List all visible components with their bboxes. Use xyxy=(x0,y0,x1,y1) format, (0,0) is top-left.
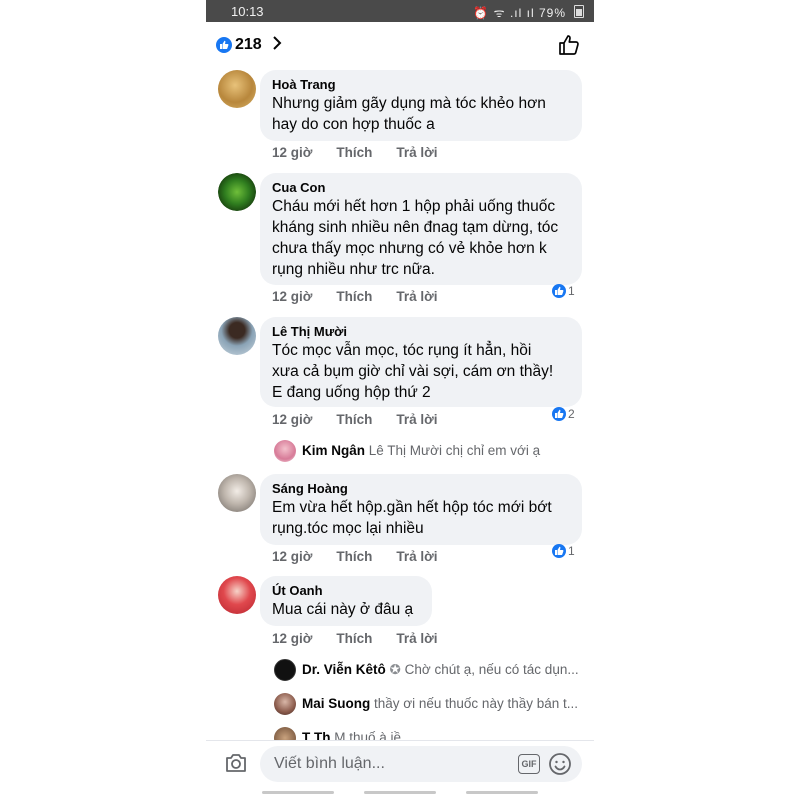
comment-text: Em vừa hết hộp.gần hết hộp tóc mới bớt r… xyxy=(272,499,552,537)
system-nav-bar xyxy=(206,786,594,800)
reaction-count[interactable]: 218 xyxy=(235,36,262,54)
reaction-count: 1 xyxy=(568,283,575,298)
reaction-count: 1 xyxy=(568,543,575,558)
like-reaction-icon xyxy=(216,37,232,53)
verified-icon: ✪ xyxy=(389,662,401,677)
nav-back-button[interactable] xyxy=(466,791,538,794)
reply-author[interactable]: Kim Ngân xyxy=(302,443,365,458)
reply-button[interactable]: Trả lời xyxy=(396,412,437,427)
like-post-button[interactable] xyxy=(558,34,580,61)
comment-bubble: Sáng Hoàng Em vừa hết hộp.gần hết hộp tó… xyxy=(260,474,582,545)
reply-button[interactable]: Trả lời xyxy=(396,631,437,646)
comment-bubble: Cua Con Cháu mới hết hơn 1 hộp phải uống… xyxy=(260,173,582,285)
battery-icon xyxy=(574,5,584,18)
phone-screen: 10:13 ⏰ ᯤ .ıl ıl 79% 218 Hoà Trang Nhưng… xyxy=(206,0,594,800)
comment-time[interactable]: 12 giờ xyxy=(272,631,312,646)
reaction-count: 2 xyxy=(568,406,575,421)
comment-text: Nhưng giảm gãy dụng mà tóc khẻo hơn hay … xyxy=(272,95,546,133)
comment-actions: 12 giờ Thích Trả lời xyxy=(272,631,462,646)
reply-button[interactable]: Trả lời xyxy=(396,549,437,564)
like-button[interactable]: Thích xyxy=(336,412,372,427)
reply-author[interactable]: Dr. Viễn Kêtô xyxy=(302,662,386,677)
avatar[interactable] xyxy=(274,440,296,462)
reply-button[interactable]: Trả lời xyxy=(396,145,437,160)
reactions-header[interactable]: 218 xyxy=(206,22,594,68)
comment-bubble: Lê Thị Mười Tóc mọc vẫn mọc, tóc rụng ít… xyxy=(260,317,582,407)
comment-composer: Viết bình luận... GIF xyxy=(206,740,594,787)
reaction-summary[interactable]: 2 xyxy=(552,406,575,422)
comment-actions: 12 giờ Thích Trả lời xyxy=(272,289,462,304)
camera-icon[interactable] xyxy=(224,751,248,780)
avatar[interactable] xyxy=(218,70,256,108)
avatar[interactable] xyxy=(274,659,296,681)
status-bar: 10:13 ⏰ ᯤ .ıl ıl 79% xyxy=(206,0,594,22)
avatar[interactable] xyxy=(218,474,256,512)
reply-text: M thuố à iề xyxy=(334,730,402,740)
reply-text: thầy ơi nếu thuốc này thầy bán t... xyxy=(374,696,578,711)
comment-actions: 12 giờ Thích Trả lời xyxy=(272,412,462,427)
nav-home-button[interactable] xyxy=(364,791,436,794)
emoji-icon[interactable] xyxy=(548,752,572,781)
reply-button[interactable]: Trả lời xyxy=(396,289,437,304)
comment-actions: 12 giờ Thích Trả lời xyxy=(272,145,462,160)
comment-text: Mua cái này ở đâu ạ xyxy=(272,601,414,618)
like-button[interactable]: Thích xyxy=(336,289,372,304)
reaction-summary[interactable]: 1 xyxy=(552,283,575,299)
like-reaction-icon xyxy=(552,283,566,298)
comment-list: Hoà Trang Nhưng giảm gãy dụng mà tóc khẻ… xyxy=(206,68,594,740)
reply-author[interactable]: Mai Suong xyxy=(302,696,370,711)
like-reaction-icon xyxy=(552,543,566,558)
like-button[interactable]: Thích xyxy=(336,549,372,564)
comment-actions: 12 giờ Thích Trả lời xyxy=(272,549,462,564)
comment-time[interactable]: 12 giờ xyxy=(272,289,312,304)
comment-time[interactable]: 12 giờ xyxy=(272,412,312,427)
comment-text: Tóc mọc vẫn mọc, tóc rụng ít hẳn, hồi xư… xyxy=(272,342,554,401)
battery-percent: 79% xyxy=(538,6,566,20)
like-button[interactable]: Thích xyxy=(336,631,372,646)
avatar[interactable] xyxy=(218,317,256,355)
comment-author[interactable]: Út Oanh xyxy=(272,582,420,599)
chevron-right-icon[interactable] xyxy=(272,35,282,56)
reply-author[interactable]: T Th xyxy=(302,730,331,740)
comment-time[interactable]: 12 giờ xyxy=(272,549,312,564)
avatar[interactable] xyxy=(218,173,256,211)
nav-recent-button[interactable] xyxy=(262,791,334,794)
comment-bubble: Hoà Trang Nhưng giảm gãy dụng mà tóc khẻ… xyxy=(260,70,582,141)
comment-author[interactable]: Hoà Trang xyxy=(272,76,570,93)
like-reaction-icon xyxy=(552,406,566,421)
gif-button[interactable]: GIF xyxy=(518,754,540,774)
avatar[interactable] xyxy=(218,576,256,614)
comment-author[interactable]: Lê Thị Mười xyxy=(272,323,570,340)
status-time: 10:13 xyxy=(231,4,264,19)
comment-text: Cháu mới hết hơn 1 hộp phải uống thuốc k… xyxy=(272,198,559,278)
avatar[interactable] xyxy=(274,693,296,715)
reply-text: Lê Thị Mười chị chỉ em với ạ xyxy=(368,443,541,458)
comment-time[interactable]: 12 giờ xyxy=(272,145,312,160)
like-button[interactable]: Thích xyxy=(336,145,372,160)
comment-bubble: Út Oanh Mua cái này ở đâu ạ xyxy=(260,576,432,626)
comment-input[interactable]: Viết bình luận... GIF xyxy=(260,746,582,782)
status-icons: ⏰ ᯤ .ıl ıl 79% xyxy=(473,6,566,20)
avatar[interactable] xyxy=(274,727,296,740)
comment-input-placeholder: Viết bình luận... xyxy=(274,755,385,772)
reaction-summary[interactable]: 1 xyxy=(552,543,575,559)
comment-author[interactable]: Cua Con xyxy=(272,179,570,196)
reply-text: Chờ chút ạ, nếu có tác dụn... xyxy=(404,662,579,677)
comment-author[interactable]: Sáng Hoàng xyxy=(272,480,570,497)
